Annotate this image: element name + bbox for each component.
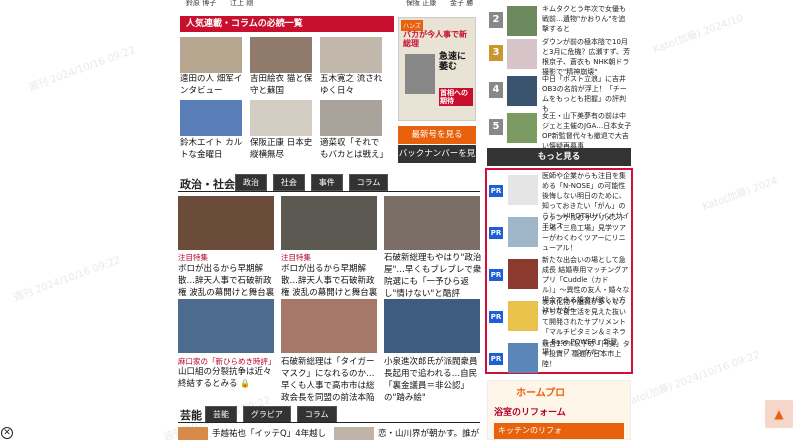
tab-column[interactable]: コラム [348,174,389,191]
column-title[interactable]: 適菜収「それでもバカとは戦え」 [320,137,388,161]
pr-item[interactable]: PR 新たな出会いの場として急成長 結婚専用マッチングアプリ「Cuddle（カド… [488,255,630,314]
section-title-politics: 政治・社会 [180,178,235,191]
back-number-button[interactable]: バックナンバーを見る [398,145,476,177]
cover-sub: 急速に萎む [439,52,467,72]
columns-header: 人気連載・コラムの必読一覧 [180,16,394,32]
ranking-title: キムタクとう年次で女優も戦前…遺物"かおりん"を追撃すると [542,5,626,33]
tab-entertainment[interactable]: 芸能 [205,406,237,423]
homepro-ad[interactable]: ホームプロ 浴室のリフォーム キッチンのリフォ [487,380,631,440]
lock-icon: 🔒 [240,379,251,388]
column-thumb[interactable] [180,37,242,73]
column-title[interactable]: 鈴木エイト カルトな金曜日 [180,137,246,161]
ranking-title: 女王・山下美夢有の前は中ジェと主催のJGA…日本女子OP新監督代々も撤退で大吉い… [542,112,632,150]
homepro-logo: ホームプロ [516,388,566,399]
watermark: 週刊 2024/10/16 09:22 [12,254,122,304]
tab-incident[interactable]: 事件 [310,174,343,191]
section-divider [178,422,480,423]
column-title[interactable]: 吉田絵衣 猫と保守と蘇国 [250,73,316,97]
latest-issue-button[interactable]: 最新号を見る [398,126,476,144]
reform-kitchen: キッチンのリフォ [494,423,624,439]
pr-badge: PR [489,311,503,323]
ranking-thumb [507,76,537,106]
close-icon[interactable]: ✕ [1,427,13,439]
section-title-entertainment: 芸能 [180,409,202,422]
tab-gravure[interactable]: グラビア [242,406,291,423]
column-thumb[interactable] [320,37,382,73]
pr-text: 競合1.0%以下の「円安」タイ投資！ 議題が日本市上陸！ [542,340,630,368]
column-title[interactable]: 遠田の人 畑军インタビュー [180,73,246,97]
column-title[interactable]: 保阪正康 日本史縦横無尽 [250,137,316,161]
ranking-item[interactable]: 5 女王・山下美夢有の前は中ジェと主催のJGA…日本女子OP新監督代々も撤退で大… [487,111,631,150]
pr-badge: PR [489,269,503,281]
watermark: Kato(加藤) 2024 [701,175,780,214]
article-title[interactable]: 手越祐也「イッテQ」4年越し出 [212,428,332,440]
rank-number: 3 [489,45,503,61]
reform-bath: 浴室のリフォーム [494,408,566,418]
column-thumb[interactable] [180,100,242,136]
cover-headline: バカが今人事で新総理 [403,30,467,48]
pr-badge: PR [489,227,503,239]
article-thumb[interactable] [281,299,377,353]
ranking-item[interactable]: 2 キムタクとう年次で女優も戦前…遺物"かおりん"を追撃すると [487,4,631,40]
pr-thumb [508,343,538,373]
pr-item[interactable]: PR ファンケルのサプリメント工場「三島工場」見学ツアーがわくわくツアーにリニュ… [488,213,630,253]
pr-thumb [508,175,538,205]
more-ranking-button[interactable]: もっと見る [487,148,631,166]
tab-society[interactable]: 社会 [272,174,305,191]
pr-thumb [508,301,538,331]
columnist-name[interactable]: 金子 勝 [450,0,473,7]
pr-item[interactable]: PR 競合1.0%以下の「円安」タイ投資！ 議題が日本市上陸！ [488,339,630,379]
column-thumb[interactable] [250,100,312,136]
cover-photo [405,54,435,94]
ranking-title: 中日「ポスト立浪」に吉井 OB3の名前が浮上！「チームをもっとも把握」の評判も [542,75,627,113]
article-title[interactable]: 恋・山川界が朝かす。誰がいは [378,428,482,440]
article-title[interactable]: 山口組の分裂抗争は近々終結するとみる 🔒 [178,366,276,390]
article-thumb[interactable] [334,427,374,440]
columnist-name[interactable]: 江上 剛 [230,0,253,7]
pr-badge: PR [489,353,503,365]
article-title[interactable]: 小泉進次郎氏が派閥衆員長起用で追われる…自民「裏金議員＝非公認」の"踏み絵" [384,356,482,404]
ranking-thumb [507,39,537,69]
watermark: 週刊 2024/10/16 09:22 [27,44,137,94]
article-thumb[interactable] [384,299,480,353]
article-thumb[interactable] [178,299,274,353]
pr-badge: PR [489,185,503,197]
article-thumb[interactable] [384,196,480,250]
pr-thumb [508,259,538,289]
article-thumb[interactable] [178,427,208,440]
rank-number: 2 [489,12,503,28]
pr-item[interactable]: PR 医師や企業からも注目を集める「N-NOSE」の可能性 後悔しない明日のため… [488,171,630,230]
magazine-cover[interactable]: ハンズ バカが今人事で新総理 急速に萎む 首相への期待 [398,17,476,121]
column-title[interactable]: 五木寛之 流されゆく日々 [320,73,386,97]
ranking-title: ダウンが前の極本陰で10月と3月に危機？広瀬すず、芳根京子、蒼衣も NHK朝ドラ… [542,38,630,76]
pr-text: ファンケルのサプリメント工場「三島工場」見学ツアーがわくわくツアーにリニューアル… [542,214,626,252]
article-title[interactable]: 石破新総理は「タイガーマスク」になれるのか…早くも人事で高市市は総政会長を同盟の… [281,356,379,404]
ranking-item[interactable]: 4 中日「ポスト立浪」に吉井 OB3の名前が浮上！「チームをもっとも把握」の評判… [487,74,631,113]
tab-ent-column[interactable]: コラム [296,406,337,423]
article-thumb[interactable] [281,196,377,250]
watermark: Kato(加藤) 2024/10/16 09:22 [623,349,762,410]
arrow-up-icon[interactable]: ▲ [765,400,793,428]
section-divider [178,191,480,192]
tab-politics[interactable]: 政治 [235,174,267,191]
article-thumb[interactable] [178,196,274,250]
columnist-name[interactable]: 鈴原 博子 [186,0,216,7]
pr-item[interactable]: PR 炭水化物や脂質が多くなりがちな食生活を見えた抜いて開発されたサプリメント「… [488,297,630,356]
cover-vertical: 首相への期待 [439,88,473,106]
ranking-thumb [507,113,537,143]
ranking-item[interactable]: 3 ダウンが前の極本陰で10月と3月に危機？広瀬すず、芳根京子、蒼衣も NHK朝… [487,37,631,76]
ranking-thumb [507,6,537,36]
column-thumb[interactable] [320,100,382,136]
watermark: Kato(加藤) 2024/10 [651,12,745,56]
rank-number: 4 [489,82,503,98]
columnist-name[interactable]: 保阪 正康 [406,0,436,7]
column-thumb[interactable] [250,37,312,73]
article-title[interactable]: 石破新総理もやはり"政治屋"…早くもブレブレで衆院選にも「一予ひら返し"情けない… [384,252,482,300]
pr-thumb [508,217,538,247]
rank-number: 5 [489,119,503,135]
